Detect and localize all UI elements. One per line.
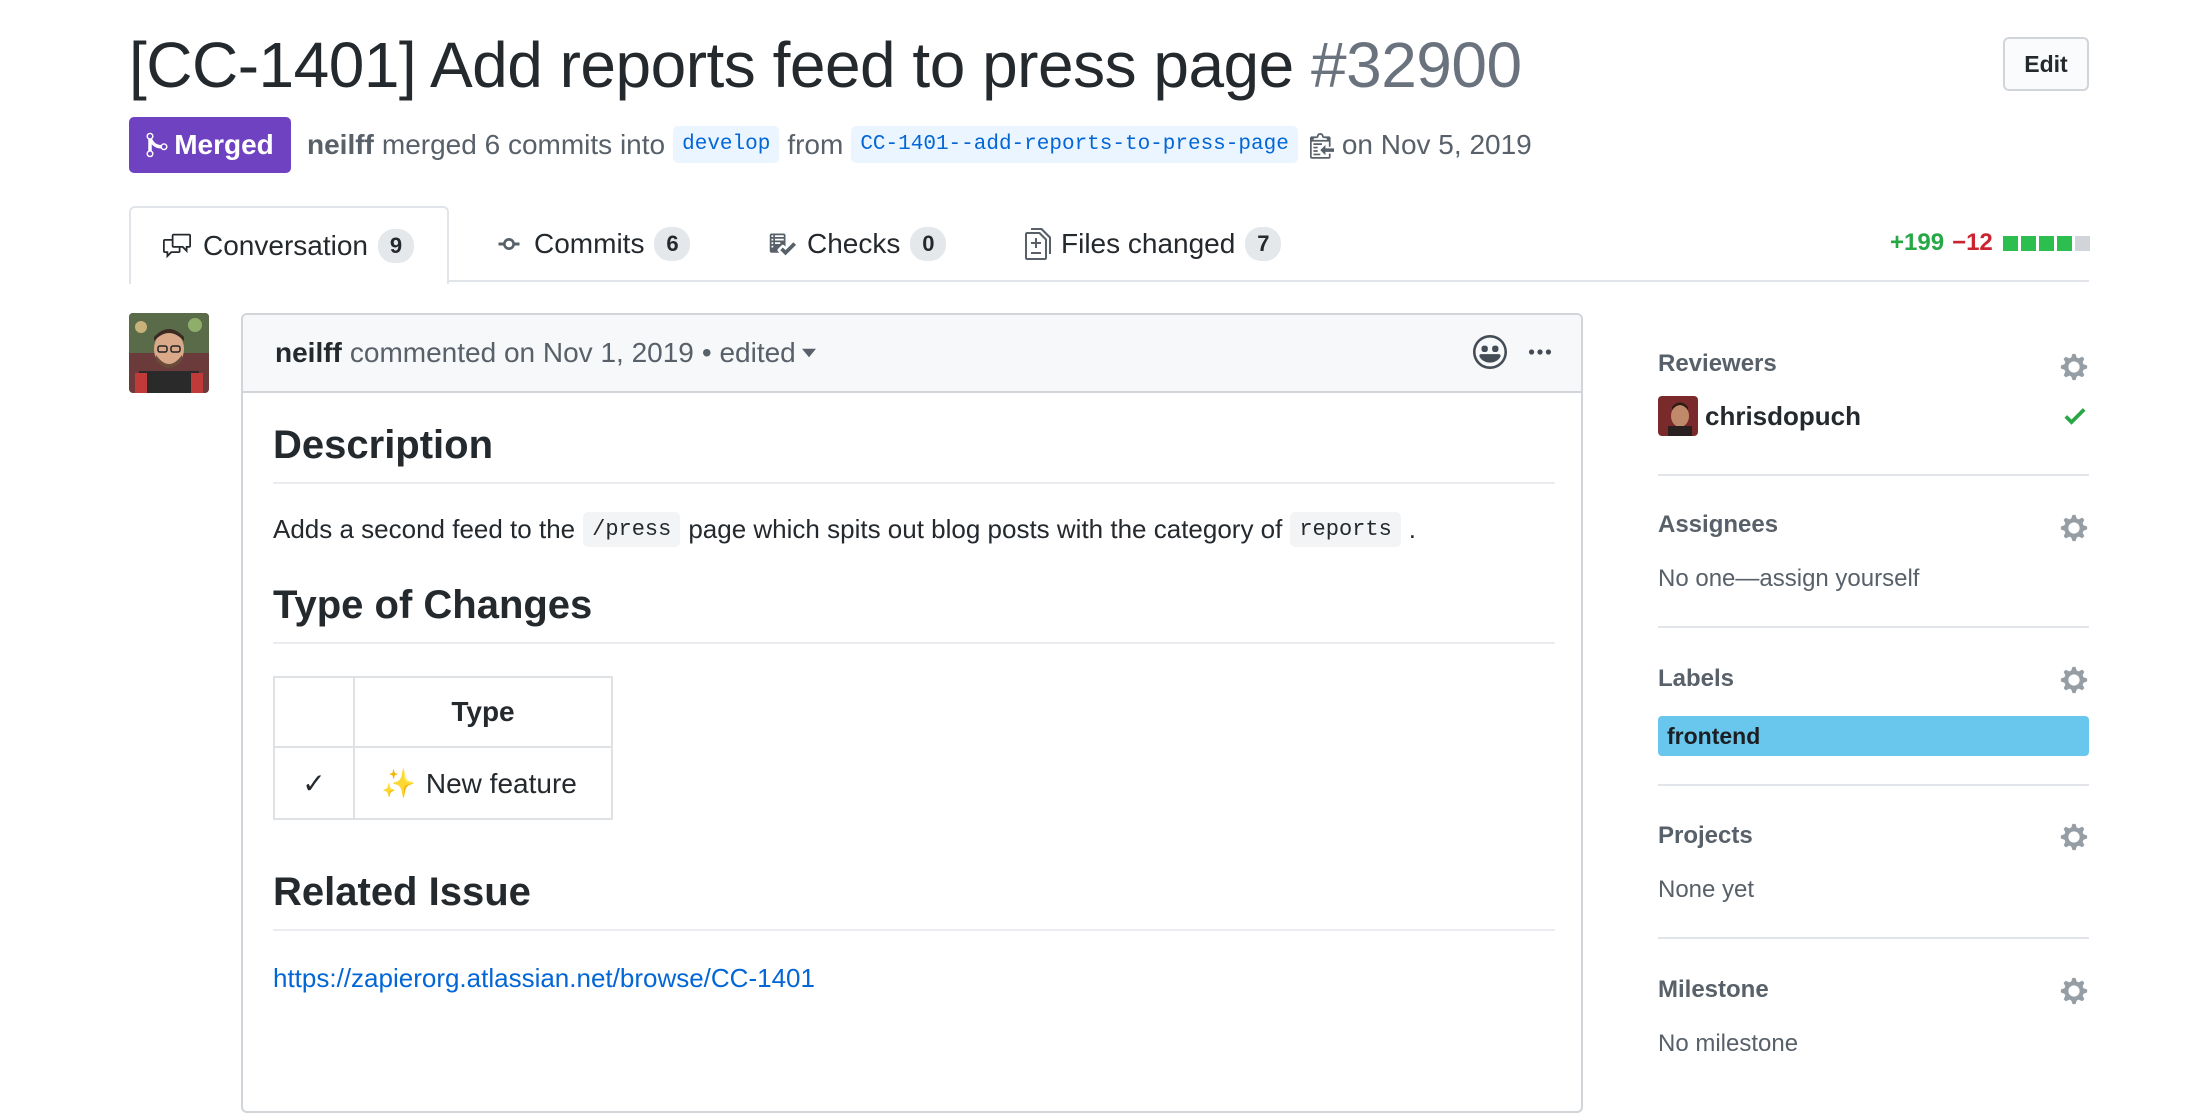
- type-value: New feature: [425, 767, 577, 799]
- table-header-cell: Type: [353, 676, 613, 748]
- diff-icon: [1025, 228, 1051, 260]
- table-header-cell: [273, 676, 355, 748]
- merged-text: merged 6 commits into: [381, 128, 666, 160]
- git-merge-icon: [146, 132, 168, 158]
- reviewers-section: Reviewers chrisdopuch: [1658, 350, 2089, 436]
- sparkles-icon: ✨: [381, 767, 416, 799]
- author-avatar[interactable]: [129, 313, 209, 393]
- diffstat-block: [2038, 235, 2054, 251]
- projects-text: None yet: [1658, 876, 1755, 903]
- changes-table: Type ✓ ✨ New feature: [273, 676, 613, 820]
- labels-section: Labels: [1658, 665, 2089, 694]
- projects-heading[interactable]: Projects: [1658, 822, 2089, 850]
- description-text: Adds a second feed to the: [273, 514, 576, 544]
- reviewer-name[interactable]: chrisdopuch: [1705, 401, 1861, 432]
- merge-summary: neilff merged 6 commits into develop fro…: [307, 126, 1532, 163]
- check-cell: ✓: [273, 746, 355, 820]
- tab-label: Commits: [534, 228, 645, 259]
- tab-label: Conversation: [203, 230, 368, 261]
- tab-label: Checks: [807, 228, 901, 259]
- tab-counter: 0: [910, 227, 947, 261]
- tab-checks[interactable]: Checks 0: [767, 206, 947, 282]
- description-text: page which spits out blog posts with the…: [688, 514, 1283, 544]
- caret-down-icon: [801, 348, 816, 358]
- more-options-icon[interactable]: [1525, 337, 1555, 372]
- from-text: from: [787, 128, 844, 160]
- inline-code: reports: [1290, 512, 1401, 547]
- diffstat-block: [2056, 235, 2072, 251]
- diffstat: +199 −12: [1890, 229, 2090, 257]
- head-branch[interactable]: CC-1401--add-reports-to-press-page: [851, 126, 1298, 163]
- comment-timestamp[interactable]: commented on Nov 1, 2019: [350, 337, 694, 369]
- milestone-section: Milestone No milestone: [1658, 976, 2089, 1058]
- projects-section: Projects None yet: [1658, 822, 2089, 904]
- edit-button[interactable]: Edit: [2003, 37, 2089, 91]
- sidebar-divider: [1658, 626, 2089, 628]
- pr-title: [CC-1401] Add reports feed to press page: [129, 29, 1294, 101]
- description-text: .: [1408, 514, 1417, 544]
- comment-meta: neilff commented on Nov 1, 2019 • edited: [275, 337, 816, 369]
- edited-dropdown[interactable]: • edited: [702, 337, 816, 369]
- inline-code: /press: [583, 512, 681, 547]
- gear-icon[interactable]: [2059, 352, 2089, 387]
- diffstat-blocks: [2002, 235, 2090, 251]
- related-heading: Related Issue: [273, 870, 1555, 931]
- diffstat-block: [2002, 235, 2018, 251]
- description-paragraph: Adds a second feed to the /press page wh…: [273, 512, 1555, 547]
- related-issue-link[interactable]: https://zapierorg.atlassian.net/browse/C…: [273, 963, 1555, 994]
- gear-icon[interactable]: [2059, 976, 2089, 1011]
- tab-files-changed[interactable]: Files changed 7: [1025, 206, 1282, 282]
- assignees-text[interactable]: No one—assign yourself: [1658, 565, 2089, 593]
- comment-box: neilff commented on Nov 1, 2019 • edited…: [241, 313, 1583, 1113]
- checklist-icon: [769, 233, 796, 256]
- clipboard-icon[interactable]: [1309, 130, 1334, 160]
- milestone-text: No milestone: [1658, 1030, 1799, 1057]
- sidebar-divider: [1658, 784, 2089, 786]
- merge-author-link[interactable]: neilff: [307, 129, 374, 161]
- check-icon: [2061, 402, 2089, 435]
- merged-badge: Merged: [129, 117, 291, 173]
- edited-label: • edited: [701, 337, 796, 368]
- diffstat-block: [2020, 235, 2036, 251]
- tab-counter: 7: [1245, 227, 1282, 261]
- additions-count: +199: [1890, 229, 1945, 256]
- label-frontend[interactable]: frontend: [1658, 716, 2089, 756]
- type-cell: ✨ New feature: [353, 746, 613, 820]
- sidebar-divider: [1658, 474, 2089, 476]
- milestone-heading[interactable]: Milestone: [1658, 976, 2089, 1004]
- table-row: ✓ ✨ New feature: [273, 746, 613, 820]
- comment-header: neilff commented on Nov 1, 2019 • edited: [243, 315, 1581, 393]
- merged-label: Merged: [174, 129, 274, 160]
- tab-counter: 6: [654, 227, 691, 261]
- diffstat-block: [2074, 235, 2090, 251]
- tab-counter: 9: [377, 229, 414, 263]
- comment-discussion-icon: [163, 233, 191, 259]
- gear-icon[interactable]: [2059, 513, 2089, 548]
- changes-heading: Type of Changes: [273, 583, 1555, 644]
- merge-date: on Nov 5, 2019: [1341, 128, 1532, 160]
- reviewer-row: chrisdopuch: [1658, 396, 2089, 436]
- sidebar-divider: [1658, 937, 2089, 939]
- smiley-icon[interactable]: [1473, 335, 1507, 374]
- gear-icon[interactable]: [2059, 665, 2089, 700]
- description-heading: Description: [273, 423, 1555, 484]
- comment-body: Description Adds a second feed to the /p…: [273, 393, 1555, 994]
- reviewers-heading[interactable]: Reviewers: [1658, 350, 2089, 378]
- table-header-row: Type: [273, 676, 613, 748]
- tab-conversation[interactable]: Conversation 9: [129, 206, 449, 284]
- tab-label: Files changed: [1061, 228, 1236, 259]
- deletions-count: −12: [1952, 229, 1993, 256]
- pr-number: #32900: [1311, 29, 1522, 101]
- assignees-heading[interactable]: Assignees: [1658, 511, 2089, 539]
- assignees-section: Assignees No one—assign yourself: [1658, 511, 2089, 593]
- tab-commits[interactable]: Commits 6: [494, 206, 691, 282]
- gear-icon[interactable]: [2059, 822, 2089, 857]
- labels-heading[interactable]: Labels: [1658, 665, 2089, 693]
- base-branch[interactable]: develop: [673, 126, 780, 163]
- comment-author-link[interactable]: neilff: [275, 337, 342, 369]
- reviewer-avatar[interactable]: [1658, 396, 1698, 436]
- git-commit-icon: [498, 238, 520, 250]
- page-title: [CC-1401] Add reports feed to press page…: [129, 28, 1522, 102]
